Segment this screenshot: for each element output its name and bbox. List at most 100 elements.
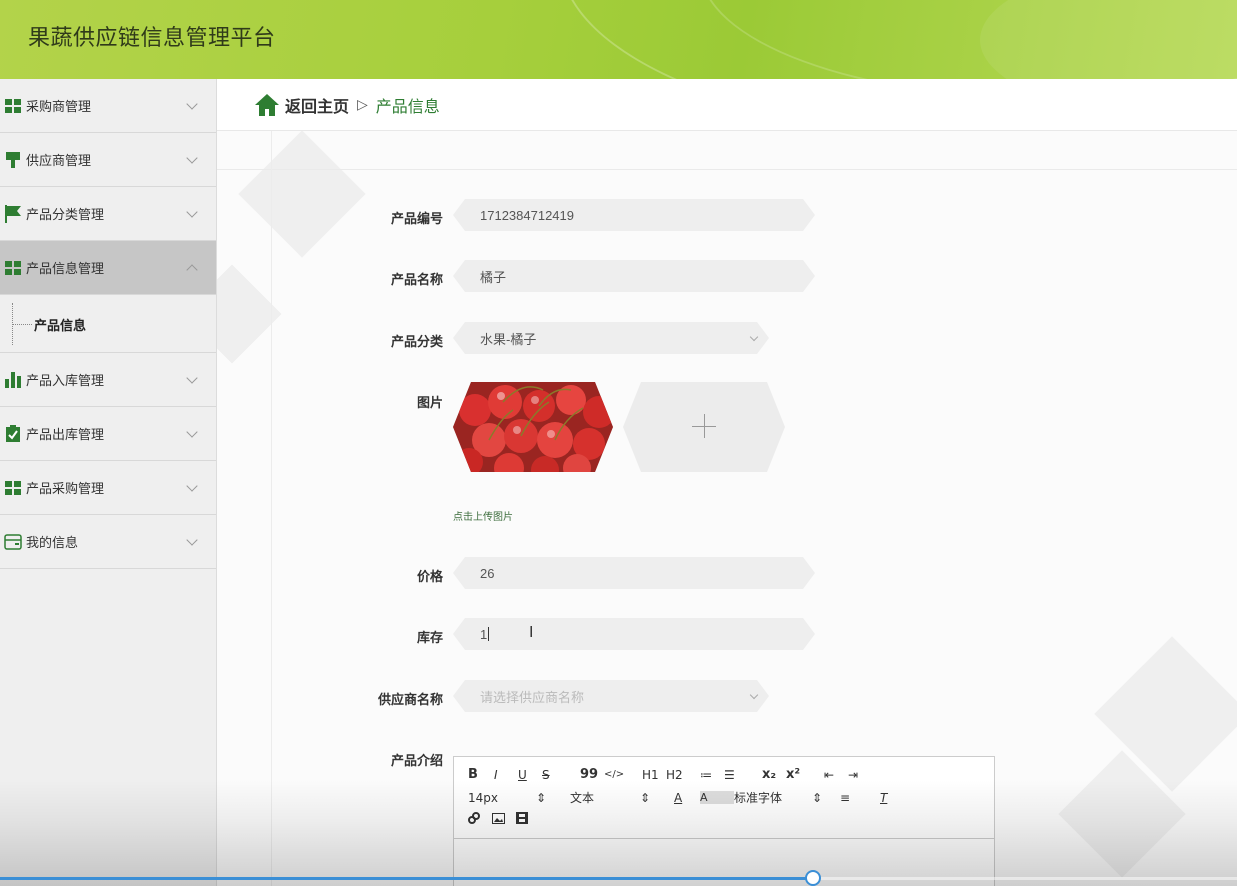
sidebar-item-stock-out[interactable]: 产品出库管理 xyxy=(0,407,216,461)
home-icon[interactable] xyxy=(255,93,279,116)
main-content: 返回主页 ▷ 产品信息 产品编号 1712384712419 产品名称 橘子 产… xyxy=(217,79,1237,886)
sidebar-item-label: 产品分类管理 xyxy=(26,208,105,223)
stock-value: 1 xyxy=(480,626,488,642)
bold-button[interactable]: B xyxy=(468,767,494,782)
divider xyxy=(271,131,272,886)
text-type-select[interactable]: 文本 xyxy=(570,789,640,806)
chevron-down-icon xyxy=(750,333,758,341)
hammer-icon xyxy=(4,151,22,169)
supplier-placeholder: 请选择供应商名称 xyxy=(480,689,585,705)
app-title: 果蔬供应链信息管理平台 xyxy=(28,26,276,51)
sidebar-item-label: 产品采购管理 xyxy=(26,482,105,497)
sidebar-item-supplier[interactable]: 供应商管理 xyxy=(0,133,216,187)
divider xyxy=(217,169,1237,170)
sidebar-item-label: 产品信息管理 xyxy=(26,262,105,277)
product-name-input[interactable]: 橘子 xyxy=(453,260,815,292)
bar-chart-icon xyxy=(4,371,22,389)
stock-input[interactable]: 1 I xyxy=(453,618,815,650)
sidebar-item-label: 产品入库管理 xyxy=(26,374,105,389)
rich-text-editor[interactable]: B I U S 99 </> H1 H2 ≔ ☰ x₂ x² ⇤ ⇥ 14px … xyxy=(453,756,995,886)
image-label: 图片 xyxy=(416,396,443,411)
chevron-down-icon xyxy=(186,152,198,164)
price-input[interactable]: 26 xyxy=(453,557,815,589)
sidebar-item-product-info[interactable]: 产品信息管理 xyxy=(0,241,216,295)
upload-image-button[interactable] xyxy=(623,382,785,472)
bullet-list-button[interactable]: ☰ xyxy=(724,768,762,782)
font-size-select[interactable]: 14px xyxy=(468,791,536,805)
header-decoration xyxy=(980,0,1237,79)
sidebar-item-label: 产品出库管理 xyxy=(26,428,105,443)
text-cursor-icon: I xyxy=(529,624,534,641)
video-progress-knob[interactable] xyxy=(805,870,821,886)
video-progress-fill xyxy=(0,877,813,880)
breadcrumb-home-link[interactable]: 返回主页 xyxy=(285,93,349,117)
video-icon[interactable] xyxy=(516,812,540,827)
chevron-up-icon xyxy=(186,264,198,276)
select-arrows-icon: ⇕ xyxy=(536,790,547,805)
intro-label: 产品介绍 xyxy=(390,754,443,769)
subscript-button[interactable]: x₂ xyxy=(762,767,786,782)
chevron-down-icon xyxy=(186,426,198,438)
product-code-input[interactable]: 1712384712419 xyxy=(453,199,815,231)
code-button[interactable]: </> xyxy=(604,769,642,780)
submenu-item-product-info[interactable]: 产品信息 xyxy=(34,315,86,334)
flag-icon xyxy=(4,204,22,223)
plus-icon xyxy=(704,414,705,438)
h1-button[interactable]: H1 xyxy=(642,768,666,782)
toolbar-row: 14px ⇕ 文本 ⇕ A A 标准字体 ⇕ ≡ T xyxy=(468,789,904,806)
grid-icon xyxy=(4,479,22,497)
sidebar-item-category[interactable]: 产品分类管理 xyxy=(0,187,216,241)
outdent-button[interactable]: ⇤ xyxy=(824,768,848,782)
clipboard-check-icon xyxy=(4,425,22,443)
product-name-label: 产品名称 xyxy=(390,273,443,288)
indent-button[interactable]: ⇥ xyxy=(848,768,872,782)
font-family-select[interactable]: 标准字体 xyxy=(734,789,812,806)
app-header: 果蔬供应链信息管理平台 xyxy=(0,0,1237,79)
product-image-thumbnail[interactable] xyxy=(453,382,613,472)
image-icon[interactable] xyxy=(492,812,516,827)
breadcrumb: 返回主页 ▷ 产品信息 xyxy=(217,79,1237,131)
sidebar-item-stock-in[interactable]: 产品入库管理 xyxy=(0,353,216,407)
clear-format-icon[interactable]: T xyxy=(880,791,904,805)
chevron-down-icon xyxy=(186,480,198,492)
chevron-down-icon xyxy=(186,98,198,110)
sidebar-item-my-info[interactable]: 我的信息 xyxy=(0,515,216,569)
superscript-button[interactable]: x² xyxy=(786,767,824,782)
supplier-select[interactable]: 请选择供应商名称 xyxy=(453,680,769,712)
sidebar: 采购商管理 供应商管理 产品分类管理 产品信息管理 产品信息 产品入库管理 产品… xyxy=(0,79,217,886)
quote-button[interactable]: 99 xyxy=(580,767,604,782)
category-label: 产品分类 xyxy=(390,335,443,350)
sidebar-item-purchase[interactable]: 产品采购管理 xyxy=(0,461,216,515)
link-icon[interactable] xyxy=(468,812,492,827)
italic-button[interactable]: I xyxy=(494,768,518,782)
strike-button[interactable]: S xyxy=(542,768,580,782)
ordered-list-button[interactable]: ≔ xyxy=(700,768,724,782)
wallet-icon xyxy=(4,533,22,551)
sidebar-item-label: 供应商管理 xyxy=(26,154,92,169)
submenu: 产品信息 xyxy=(0,295,216,353)
select-arrows-icon: ⇕ xyxy=(640,790,651,805)
select-arrows-icon: ⇕ xyxy=(812,790,823,805)
align-icon[interactable]: ≡ xyxy=(840,791,880,805)
chevron-down-icon xyxy=(186,534,198,546)
h2-button[interactable]: H2 xyxy=(666,768,700,782)
category-select[interactable]: 水果-橘子 xyxy=(453,322,769,354)
chevron-down-icon xyxy=(186,206,198,218)
font-color-icon[interactable]: A xyxy=(674,791,700,805)
sidebar-item-label: 我的信息 xyxy=(26,536,79,551)
video-progress-bar[interactable] xyxy=(0,870,1237,886)
breadcrumb-current: 产品信息 xyxy=(375,96,440,116)
price-label: 价格 xyxy=(416,570,443,585)
breadcrumb-separator: ▷ xyxy=(357,96,368,113)
text-caret xyxy=(488,627,489,641)
underline-button[interactable]: U xyxy=(518,768,542,782)
background-decoration xyxy=(238,130,366,258)
category-value: 水果-橘子 xyxy=(480,331,537,347)
upload-hint: 点击上传图片 xyxy=(453,512,513,523)
product-code-label: 产品编号 xyxy=(390,212,443,227)
background-color-icon[interactable]: A xyxy=(700,791,734,804)
sidebar-item-buyer[interactable]: 采购商管理 xyxy=(0,79,216,133)
editor-toolbar: B I U S 99 </> H1 H2 ≔ ☰ x₂ x² ⇤ ⇥ 14px … xyxy=(454,757,994,839)
toolbar-row xyxy=(468,812,540,827)
toolbar-row: B I U S 99 </> H1 H2 ≔ ☰ x₂ x² ⇤ ⇥ xyxy=(468,767,872,782)
